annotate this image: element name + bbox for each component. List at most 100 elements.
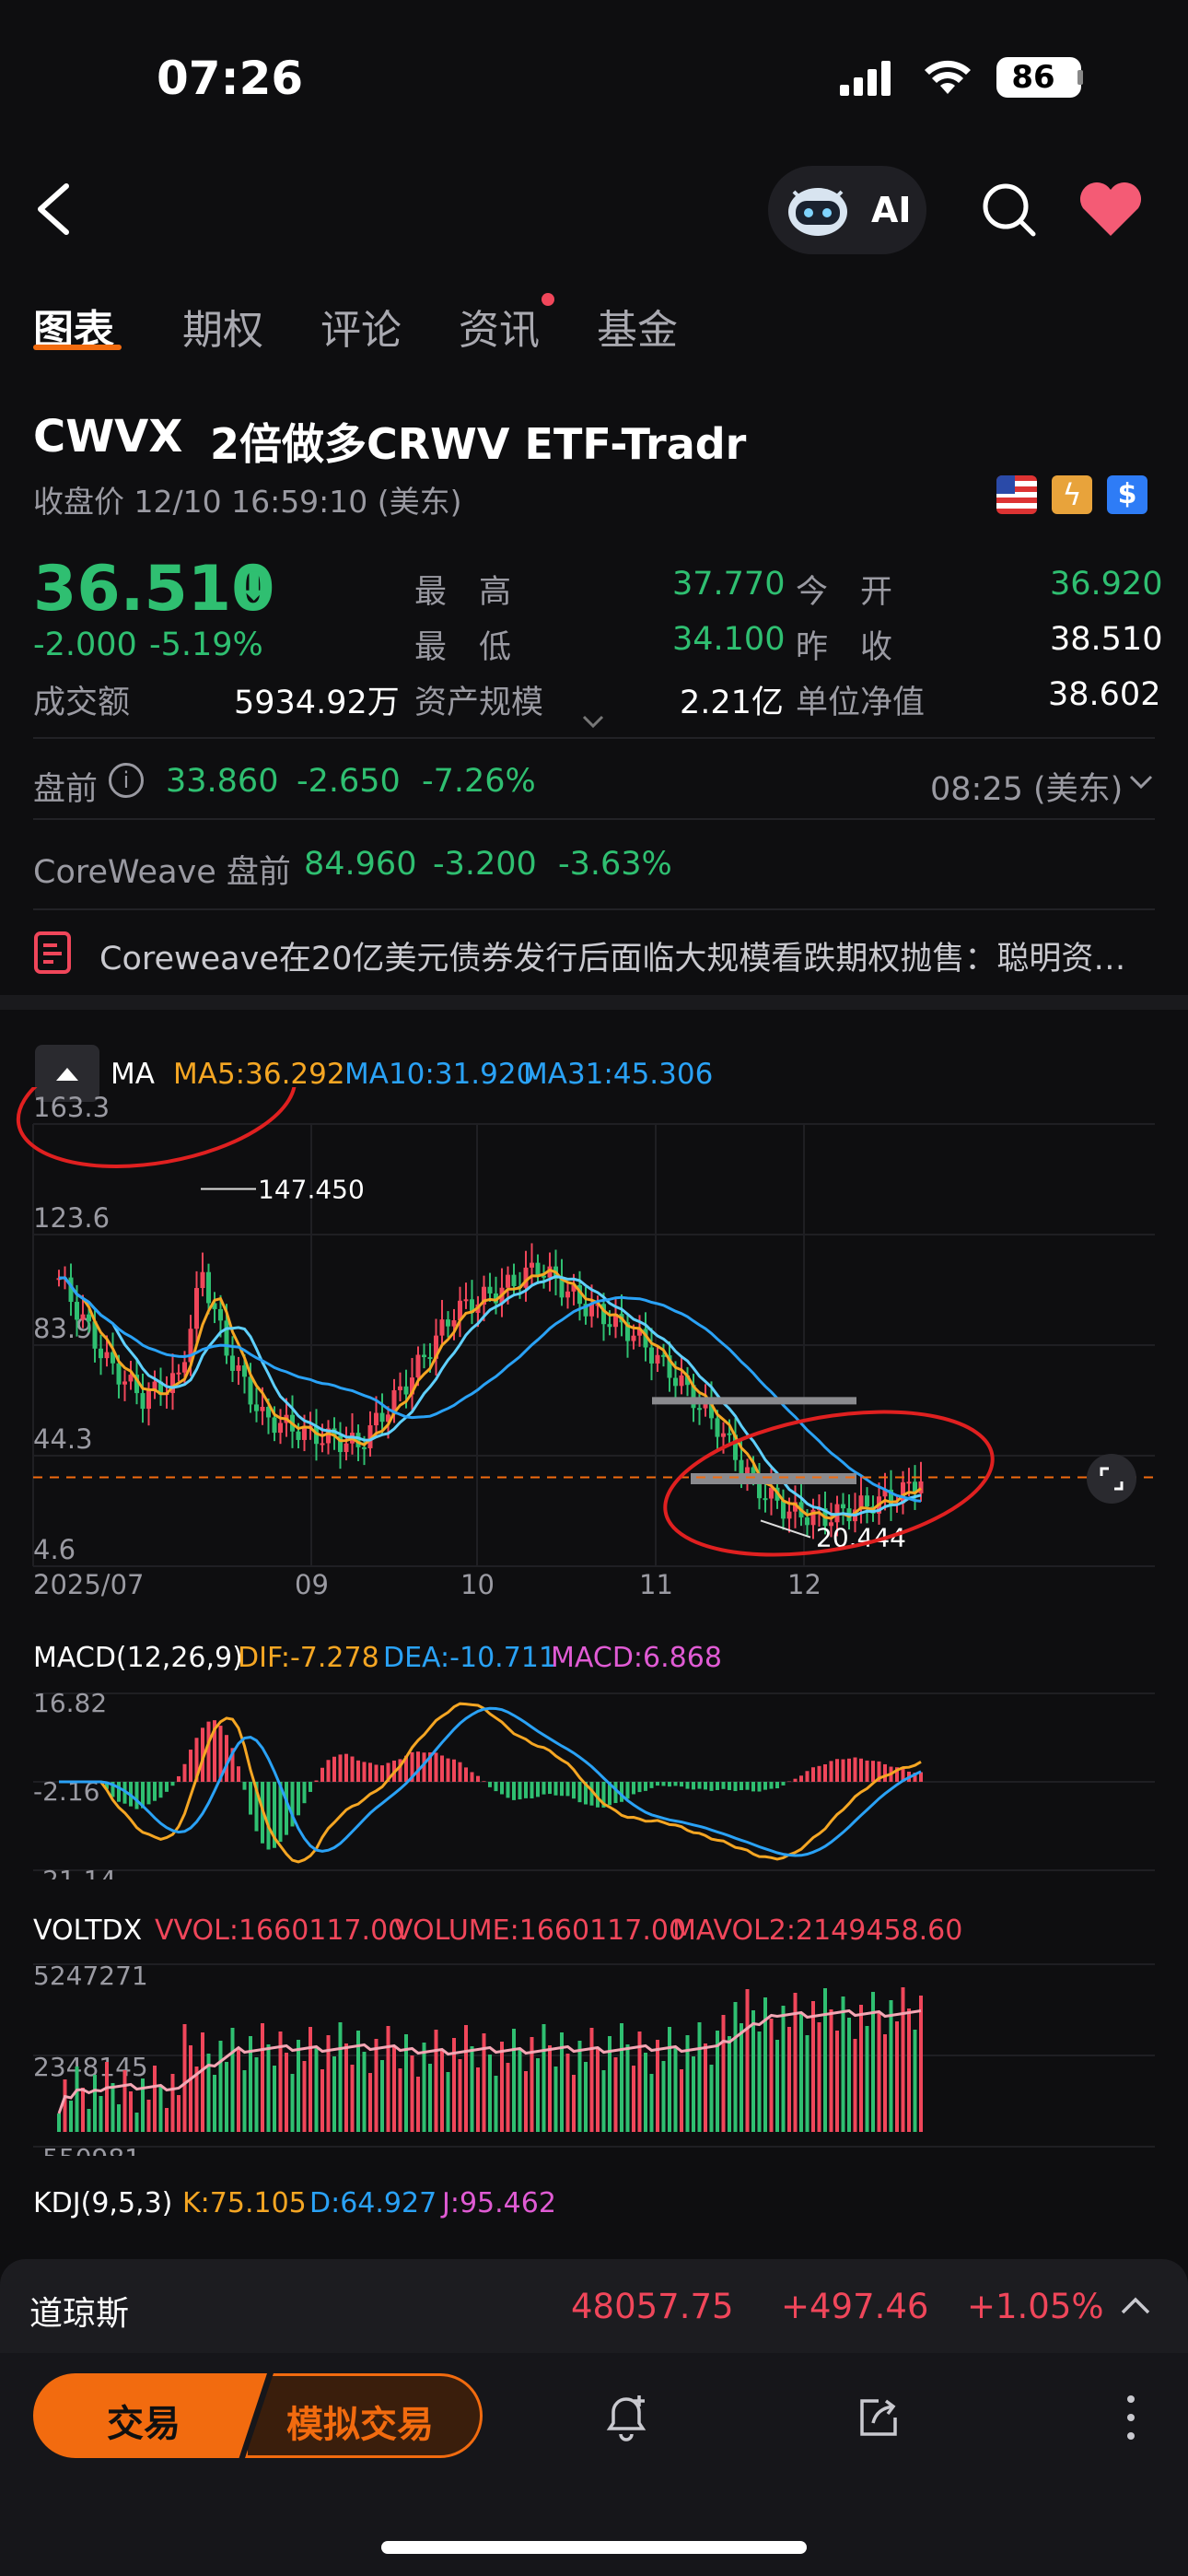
back-button[interactable] [28,177,83,241]
more-icon[interactable] [1118,2390,1144,2445]
search-button[interactable] [980,181,1039,240]
us-flag-icon [996,475,1037,514]
x-tick-label: 12 [787,1569,821,1600]
macd-value: MACD:6.868 [551,1642,722,1674]
candle-body [99,1348,103,1359]
news-document-icon [34,931,71,974]
candle-body [655,1354,660,1364]
candle-body [236,1364,241,1371]
alert-bell-icon[interactable] [602,2392,650,2443]
home-indicator [381,2541,807,2554]
premarket-time: 08:25 (美东) [930,771,1124,808]
divider [33,908,1155,910]
index-change: +497.46 [781,2287,929,2326]
paper-trade-button[interactable]: 模拟交易 [245,2373,483,2458]
price-change: -2.000 [33,626,137,663]
share-icon[interactable] [855,2394,903,2441]
vol-mavol: MAVOL2:2149458.60 [672,1914,963,1947]
wifi-icon [923,59,973,100]
chevron-up-icon[interactable] [1120,2294,1151,2316]
candle-body [727,1433,732,1435]
info-icon[interactable]: i [109,763,144,798]
ai-button[interactable]: AI [768,166,926,254]
macd-title: MACD(12,26,9) [33,1642,243,1674]
trade-button[interactable]: 交易 [33,2373,267,2458]
x-tick-label: 09 [295,1569,329,1600]
y-tick-label: 163.3 [33,1092,110,1123]
macd-dif: DIF:-7.278 [238,1642,379,1674]
candle-body [673,1377,678,1387]
candle-body [230,1355,235,1371]
candle-body [260,1407,265,1411]
candle-body [841,1504,845,1509]
favorite-button[interactable] [1076,181,1146,240]
expand-chevron-icon[interactable] [582,715,604,733]
candle-body [242,1364,247,1377]
battery-level: 86 [1011,59,1055,96]
index-bar[interactable]: 道琼斯 48057.75 +497.46 +1.05% [0,2259,1188,2353]
trade-label: 交易 [107,2403,181,2445]
candle-body [805,1517,809,1526]
price-chart[interactable]: 163.3123.683.944.34.62025/07 09 10 11 12147.… [0,1087,1188,1603]
low-label: 最 低 [414,629,512,666]
candle-body [182,1362,187,1373]
news-row[interactable]: Coreweave在20亿美元债券发行后面临大规模看跌期权抛售：聪明资… [33,925,1155,980]
tab-news[interactable]: 资讯 [459,297,540,356]
index-value: 48057.75 [571,2287,734,2326]
close-time: 收盘价 12/10 16:59:10 (美东) [33,484,462,520]
tab-funds[interactable]: 基金 [597,297,678,356]
candle-body [745,1467,750,1474]
kdj-d: D:64.927 [309,2187,437,2219]
fullscreen-button[interactable] [1087,1454,1136,1504]
candle-body [140,1393,146,1410]
candle-body [530,1262,534,1268]
candle-body [80,1314,86,1320]
ma-title: MA [111,1058,155,1091]
candle-body [697,1408,702,1411]
high-marker-label: 147.450 [258,1174,365,1204]
y-tick-label: 123.6 [33,1202,110,1234]
open-label: 今 开 [796,574,893,611]
candle-body [374,1412,379,1425]
open-value: 36.920 [1050,566,1163,603]
tab-underline [33,345,122,350]
nav-label: 单位净值 [796,685,926,721]
candle-body [296,1431,301,1440]
candle-body [278,1423,283,1434]
candle-body [398,1386,402,1390]
paper-trade-label: 模拟交易 [286,2404,434,2446]
candle-body [511,1274,517,1286]
status-time: 07:26 [157,52,304,105]
tab-options[interactable]: 期权 [182,297,263,356]
x-tick-label: 10 [460,1569,495,1600]
candle-body [763,1498,768,1501]
candle-body [75,1302,79,1320]
price-change-pct: -5.19% [149,626,263,663]
heart-icon [1079,181,1142,236]
status-bar: 07:26 86 [0,0,1188,147]
candle-body [906,1481,912,1484]
y-tick-label: 4.6 [33,1534,76,1565]
assets-label: 资产规模 [414,685,544,721]
candle-body [104,1352,110,1359]
chevron-down-icon[interactable] [1129,774,1153,794]
down-arrow-icon: ⬇ [238,564,271,609]
battery-icon: 86 [996,57,1081,98]
index-change-pct: +1.05% [967,2287,1104,2326]
kdj-title: KDJ(9,5,3) [33,2187,173,2219]
tab-comments[interactable]: 评论 [320,297,402,356]
premarket-change: -2.650 [297,763,401,800]
prev-close-value: 38.510 [1050,621,1163,658]
candle-body [422,1354,426,1358]
candle-body [427,1357,433,1360]
candle-body [721,1433,726,1437]
candle-body [439,1319,445,1336]
news-headline: Coreweave在20亿美元债券发行后面临大规模看跌期权抛售：聪明资… [99,941,1126,978]
low-value: 34.100 [672,621,786,658]
section-gap [0,995,1188,1010]
expand-icon [1100,1467,1124,1491]
candle-body [344,1443,349,1453]
candle-body [631,1335,636,1341]
underlying-price: 84.960 [304,846,417,883]
battery-cap [1077,70,1083,85]
